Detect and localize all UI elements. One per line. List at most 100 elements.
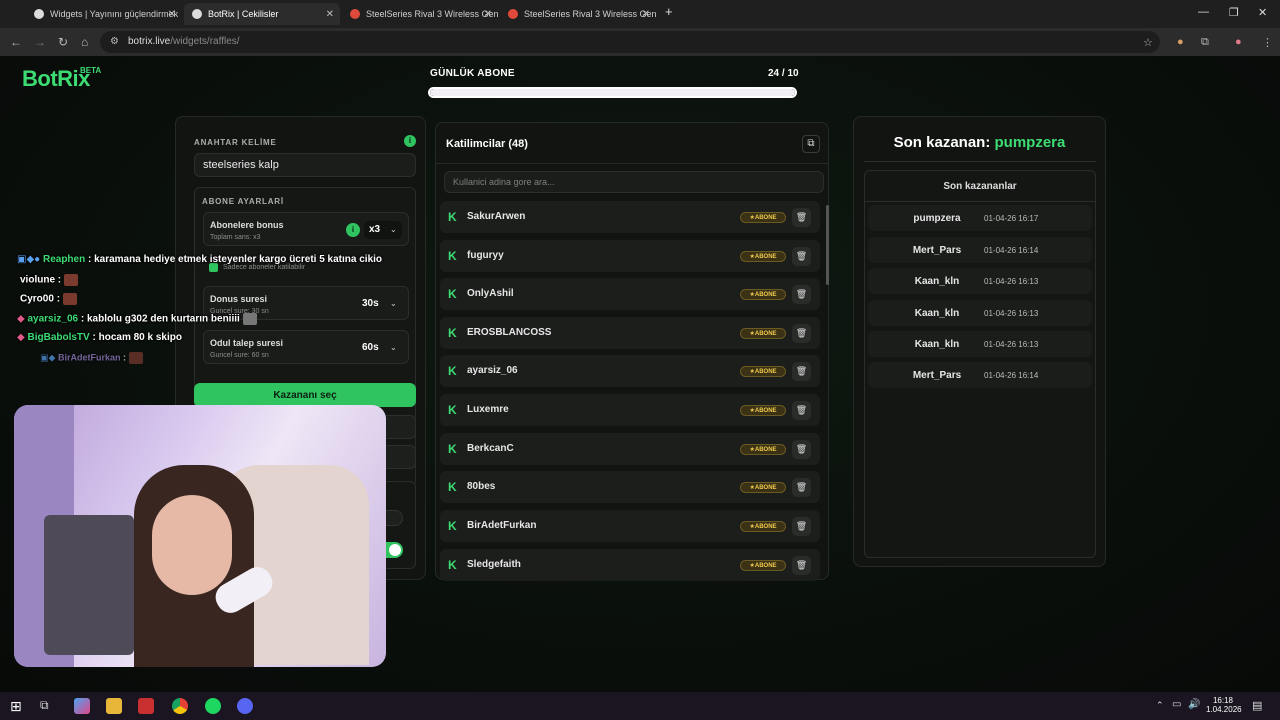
delete-icon[interactable]: 🗑 <box>792 247 811 266</box>
participant-row[interactable]: K Sledgefaith ★ ABONE 🗑 <box>440 549 820 581</box>
delete-icon[interactable]: 🗑 <box>792 478 811 497</box>
close-tab-icon[interactable]: ✕ <box>326 9 334 20</box>
delete-icon[interactable]: 🗑 <box>792 401 811 420</box>
kick-logo-icon: K <box>448 364 457 378</box>
scrollbar-thumb[interactable] <box>826 205 829 285</box>
discord-icon[interactable] <box>237 698 253 714</box>
info-icon[interactable]: i <box>346 223 360 237</box>
participant-row[interactable]: K BirAdetFurkan ★ ABONE 🗑 <box>440 510 820 542</box>
participant-name: BirAdetFurkan <box>467 520 537 531</box>
participant-row[interactable]: K SakurArwen ★ ABONE 🗑 <box>440 201 820 233</box>
delete-icon[interactable]: 🗑 <box>792 285 811 304</box>
network-icon[interactable]: ▭ <box>1172 699 1181 710</box>
clock[interactable]: 16:18 1.04.2026 <box>1206 696 1242 714</box>
winner-date: 01-04-26 16:13 <box>984 309 1039 318</box>
participant-search-input[interactable]: Kullanici adina gore ara... <box>444 171 824 193</box>
forward-icon[interactable]: → <box>34 35 46 49</box>
participant-row[interactable]: K OnlyAshil ★ ABONE 🗑 <box>440 278 820 310</box>
extensions-puzzle-icon[interactable]: ⧉ <box>1201 36 1209 49</box>
delete-icon[interactable]: 🗑 <box>792 440 811 459</box>
participant-row[interactable]: K BerkcanC ★ ABONE 🗑 <box>440 433 820 465</box>
keyword-input[interactable]: steelseries kalp <box>194 153 416 177</box>
participant-row[interactable]: K 80bes ★ ABONE 🗑 <box>440 471 820 503</box>
participant-row[interactable]: Kfuguryy ★ ABONE 🗑 <box>440 240 820 272</box>
chat-line: Cyro00 : <box>20 293 77 305</box>
winner-date: 01-04-26 16:14 <box>984 371 1039 380</box>
participant-name: SakurArwen <box>467 211 526 222</box>
home-icon[interactable]: ⌂ <box>81 35 88 49</box>
extension-icon[interactable]: ● <box>1177 36 1184 48</box>
chat-user: Cyro00 <box>20 293 54 305</box>
windows-start-icon[interactable]: ⊞ <box>10 698 22 715</box>
copilot-icon[interactable] <box>74 698 90 714</box>
app-icon[interactable] <box>138 698 154 714</box>
profile-avatar-icon[interactable]: ● <box>1235 36 1242 48</box>
delete-icon[interactable]: 🗑 <box>792 208 811 227</box>
kick-logo-icon: K <box>448 558 457 572</box>
restore-icon[interactable]: ❐ <box>1229 6 1239 19</box>
chat-user: ayarsiz_06 <box>27 313 79 325</box>
chat-user: Reaphen <box>42 254 86 265</box>
chat-line: ▣◆● Reaphen : karamana hediye etmek iste… <box>17 254 382 265</box>
spotify-icon[interactable] <box>205 698 221 714</box>
donus-title: Donus suresi <box>210 294 268 304</box>
new-tab-icon[interactable]: + <box>665 4 673 19</box>
sub-bonus-select[interactable]: x3 ⌄ <box>364 221 402 239</box>
delete-icon[interactable]: 🗑 <box>792 517 811 536</box>
participant-row[interactable]: K Luxemre ★ ABONE 🗑 <box>440 394 820 426</box>
notifications-icon[interactable]: ▤ <box>1252 699 1262 712</box>
subscriber-badge: ★ ABONE <box>740 405 786 416</box>
goal-progress-bar <box>428 87 797 98</box>
reload-icon[interactable]: ↻ <box>58 35 68 49</box>
minimize-icon[interactable]: — <box>1198 6 1209 18</box>
task-view-icon[interactable]: ⧉ <box>40 698 49 713</box>
close-tab-icon[interactable]: ✕ <box>484 9 492 20</box>
emote-icon <box>62 293 77 305</box>
browser-toolbar: ← → ↻ ⌂ ⚙ botrix.live/widgets/raffles/ ☆… <box>0 28 1280 56</box>
delete-icon[interactable]: 🗑 <box>792 362 811 381</box>
url-path: /widgets/raffles/ <box>170 36 240 47</box>
copy-icon[interactable]: ⧉ <box>802 135 820 153</box>
winner-date: 01-04-26 16:13 <box>984 340 1039 349</box>
close-tab-icon[interactable]: ✕ <box>642 9 650 20</box>
tab-botrix-raffles[interactable]: BotRix | Cekilisler ✕ <box>184 3 340 25</box>
close-tab-icon[interactable]: ✕ <box>168 9 176 20</box>
chevron-down-icon: ⌄ <box>390 299 397 308</box>
participant-row[interactable]: K EROSBLANCOSS ★ ABONE 🗑 <box>440 317 820 349</box>
chat-line: ▣◆ BirAdetFurkan : <box>40 352 143 364</box>
botrix-favicon-icon <box>34 9 44 19</box>
volume-icon[interactable]: 🔊 <box>1188 699 1200 710</box>
delete-icon[interactable]: 🗑 <box>792 324 811 343</box>
donus-select[interactable]: 30s ⌄ <box>362 295 402 313</box>
close-window-icon[interactable]: ✕ <box>1258 6 1267 19</box>
divider <box>864 161 1096 162</box>
sub-bonus-subtitle: Toplam sans: x3 <box>210 234 261 241</box>
chat-line: ◆ ayarsiz_06 : kablolu g302 den kurtarın… <box>17 313 257 325</box>
winner-row: Mert_Pars 01-04-26 16:14 <box>868 362 1092 388</box>
kick-logo-icon: K <box>448 442 457 456</box>
last-winner-name: pumpzera <box>994 134 1066 151</box>
goal-title: GÜNLÜK ABONE <box>430 68 515 79</box>
chrome-icon[interactable] <box>172 698 188 714</box>
bookmark-star-icon[interactable]: ☆ <box>1143 36 1153 49</box>
tray-chevron-icon[interactable]: ⌃ <box>1156 700 1164 711</box>
winner-date: 01-04-26 16:13 <box>984 277 1039 286</box>
clock-time: 16:18 <box>1212 696 1234 705</box>
pick-winner-button[interactable]: Kazananı seç <box>194 383 416 407</box>
tab-steelseries-1[interactable]: SteelSeries Rival 3 Wireless Gen ✕ <box>342 3 498 25</box>
delete-icon[interactable]: 🗑 <box>792 556 811 575</box>
menu-kebab-icon[interactable]: ⋮ <box>1262 36 1273 49</box>
url-domain: botrix.live <box>128 36 171 47</box>
participant-row[interactable]: Kayarsiz_06 ★ ABONE 🗑 <box>440 355 820 387</box>
clock-date: 1.04.2026 <box>1206 705 1242 714</box>
odul-select[interactable]: 60s ⌄ <box>362 339 402 357</box>
site-info-icon[interactable]: ⚙ <box>110 31 119 53</box>
tab-widgets[interactable]: Widgets | Yayınını güçlendirmek ✕ <box>26 3 182 25</box>
address-bar[interactable]: ⚙ botrix.live/widgets/raffles/ <box>100 31 1160 53</box>
info-icon[interactable]: i <box>404 135 416 147</box>
back-icon[interactable]: ← <box>10 35 22 49</box>
webcam-overlay <box>14 405 386 667</box>
tab-steelseries-2[interactable]: SteelSeries Rival 3 Wireless Gen ✕ <box>500 3 656 25</box>
file-explorer-icon[interactable] <box>106 698 122 714</box>
participant-name: fuguryy <box>467 250 504 261</box>
